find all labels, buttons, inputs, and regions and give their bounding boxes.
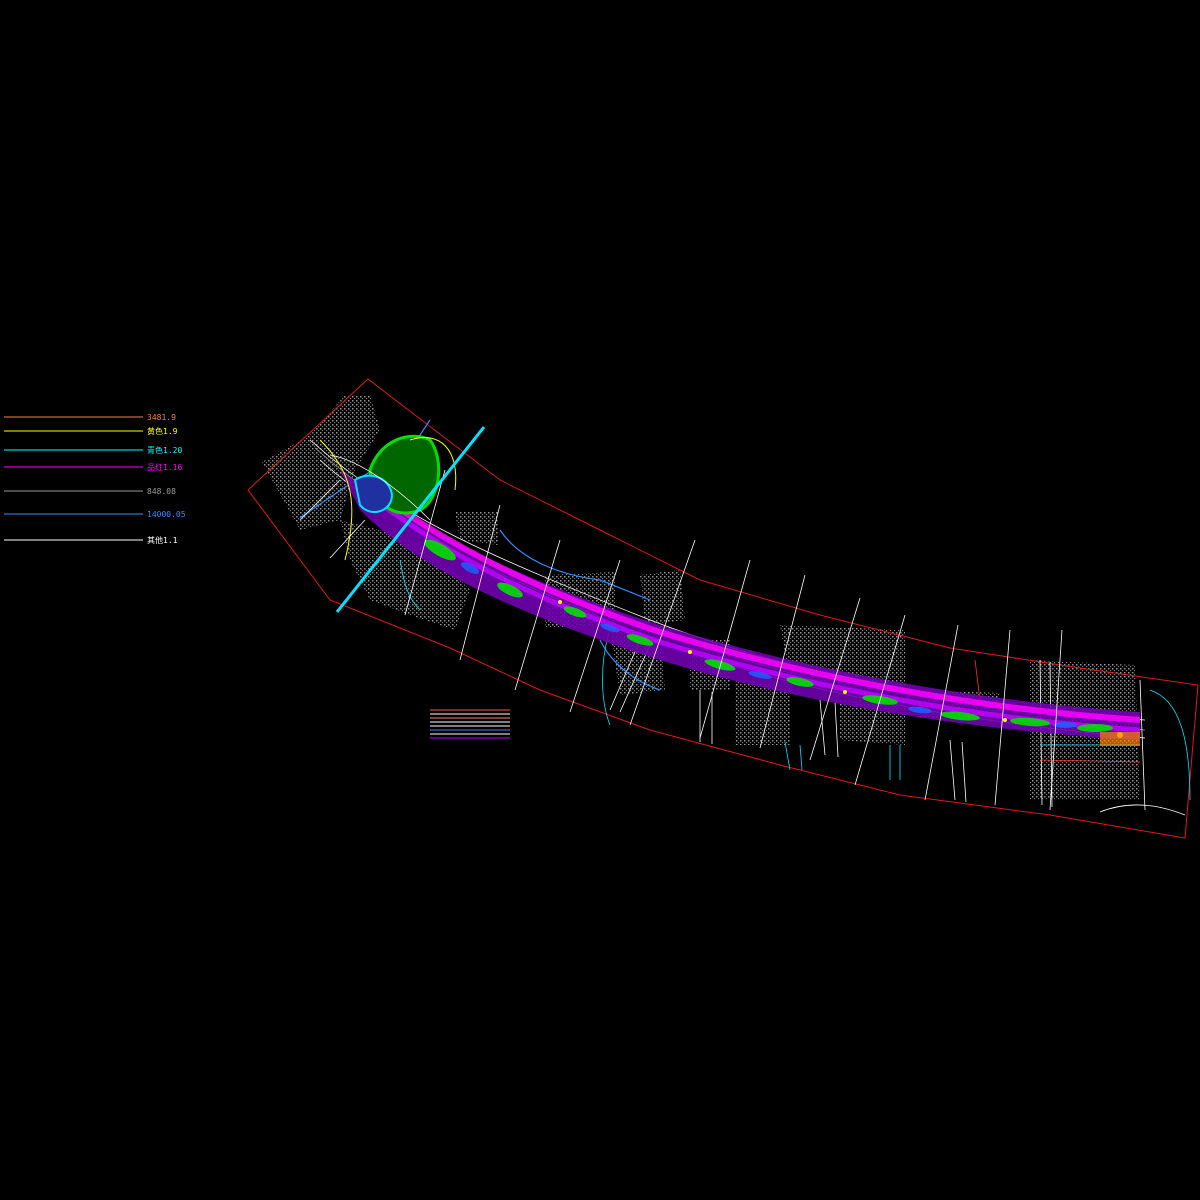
legend-label: 848.08 bbox=[147, 487, 176, 496]
legend-label: 其他1.1 bbox=[147, 535, 178, 545]
legend-label: 14000.05 bbox=[147, 510, 186, 519]
legend-label: 品红1.16 bbox=[147, 462, 182, 472]
legend-label: 3481.9 bbox=[147, 413, 176, 422]
legend-label: 黄色1.9 bbox=[147, 426, 178, 436]
hatch-block bbox=[455, 512, 498, 545]
cad-drawing-canvas: 3481.9 黄色1.9 青色1.20 品红1.16 848.08 14000.05 其他1… bbox=[0, 0, 1200, 1200]
legend-label: 青色1.20 bbox=[147, 445, 182, 455]
hatch-block bbox=[640, 570, 685, 625]
